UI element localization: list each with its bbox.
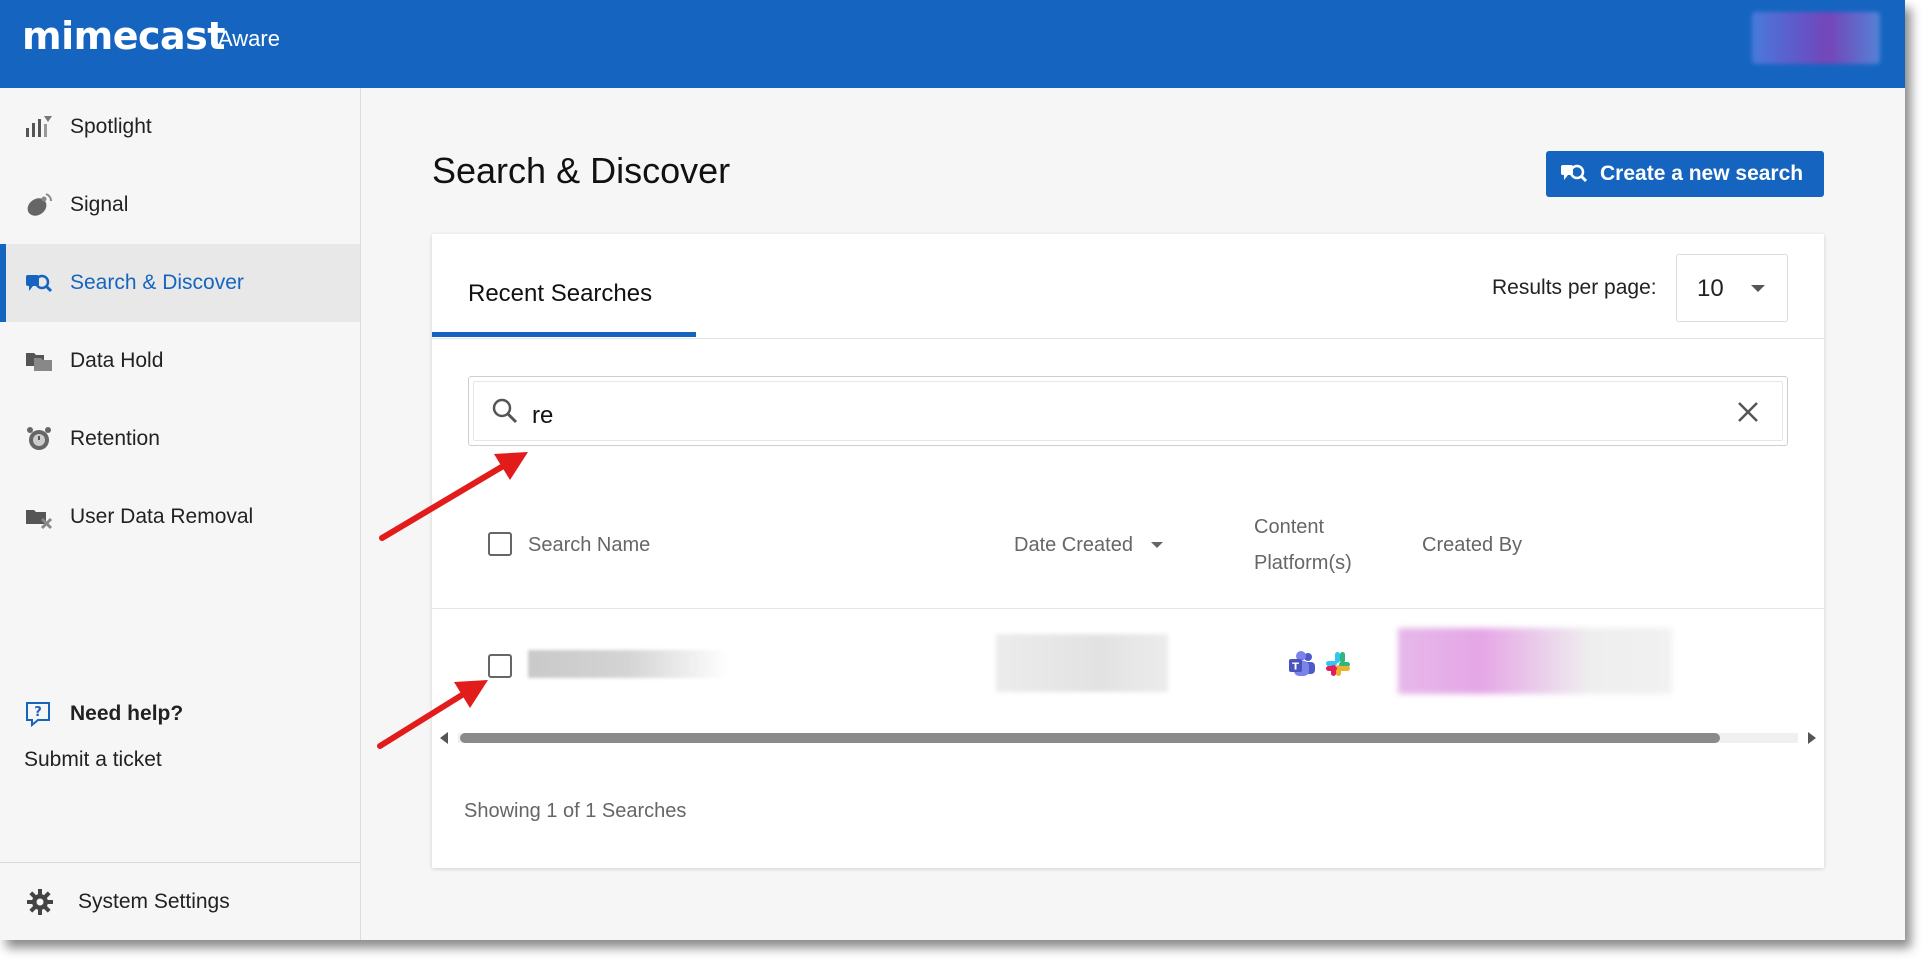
folder-remove-icon <box>26 510 53 530</box>
need-help: ? Need help? <box>24 700 183 728</box>
app-window: mimecast Aware Spotlight Signal Search &… <box>0 0 1905 940</box>
sidebar-item-label: User Data Removal <box>70 505 254 528</box>
svg-text:T: T <box>1292 662 1299 673</box>
results-summary: Showing 1 of 1 Searches <box>464 800 687 822</box>
search-discover-icon <box>26 274 53 293</box>
column-header-content-line2: Platform(s) <box>1254 552 1352 574</box>
divider <box>0 862 360 863</box>
sidebar-item-user-data-removal[interactable]: User Data Removal <box>0 478 360 556</box>
folders-icon <box>26 353 52 371</box>
slack-icon <box>1326 652 1350 676</box>
active-tab-indicator <box>432 332 696 337</box>
need-help-title: Need help? <box>70 702 184 725</box>
sidebar-item-data-hold[interactable]: Data Hold <box>0 322 360 400</box>
search-value: re <box>532 402 554 429</box>
sidebar-item-label: Search & Discover <box>70 271 244 294</box>
tab-divider <box>432 338 1824 339</box>
search-box: re <box>468 376 1788 446</box>
scrollbar-thumb[interactable] <box>460 733 1720 743</box>
submit-ticket-link[interactable]: Submit a ticket <box>24 748 162 772</box>
mimecast-logo[interactable]: mimecast <box>22 14 225 58</box>
satellite-dish-icon <box>27 193 52 216</box>
scroll-right-icon[interactable] <box>1806 731 1818 745</box>
results-per-page-select[interactable]: 10 <box>1676 254 1788 322</box>
search-discover-icon <box>1561 164 1588 183</box>
top-bar: mimecast Aware <box>0 0 1905 88</box>
redacted-search-name[interactable] <box>528 650 728 678</box>
sidebar: Spotlight Signal Search & Discover Data … <box>0 88 361 940</box>
spotlight-bars-icon <box>26 116 52 137</box>
create-new-search-button[interactable]: Create a new search <box>1546 151 1824 197</box>
header-divider <box>432 608 1824 609</box>
close-icon[interactable] <box>1736 400 1760 424</box>
results-per-page-value: 10 <box>1697 275 1724 302</box>
caret-down-icon <box>1751 285 1765 292</box>
sidebar-item-signal[interactable]: Signal <box>0 166 360 244</box>
results-per-page-label: Results per page: <box>1492 276 1657 299</box>
page-title: Search & Discover <box>432 150 731 191</box>
column-header-created-by[interactable]: Created By <box>1422 534 1522 557</box>
user-avatar[interactable] <box>1752 12 1880 64</box>
sidebar-item-label: Retention <box>70 427 160 450</box>
create-new-search-label: Create a new search <box>1600 162 1804 185</box>
gear-icon <box>27 889 53 915</box>
product-name: Aware <box>218 26 280 51</box>
redacted-created-by <box>1398 628 1672 694</box>
column-header-search-name[interactable]: Search Name <box>528 534 650 557</box>
help-question-icon: ? <box>26 702 50 728</box>
system-settings-label: System Settings <box>78 890 230 913</box>
sidebar-item-label: Data Hold <box>70 349 164 372</box>
system-settings[interactable]: System Settings <box>0 864 360 940</box>
annotation-arrow-search <box>379 452 528 541</box>
sort-caret-down-icon <box>1150 542 1163 549</box>
column-header-date-created[interactable]: Date Created <box>1014 534 1163 557</box>
column-header-content-line1: Content <box>1254 516 1325 538</box>
search-icon <box>492 398 518 424</box>
sidebar-item-label: Signal <box>70 193 129 216</box>
search-input[interactable]: re <box>473 381 1783 441</box>
horizontal-scrollbar[interactable] <box>438 730 1820 746</box>
date-created-label: Date Created <box>1014 534 1133 556</box>
tab-recent-searches[interactable]: Recent Searches <box>468 280 652 308</box>
recent-searches-card: Recent Searches Results per page: 10 re <box>432 234 1824 868</box>
sidebar-item-search-discover[interactable]: Search & Discover <box>0 244 360 322</box>
sidebar-item-label: Spotlight <box>70 115 152 138</box>
alarm-clock-icon <box>27 427 51 450</box>
platform-icons: T <box>1288 650 1352 678</box>
redacted-date <box>996 634 1168 692</box>
sidebar-item-retention[interactable]: Retention <box>0 400 360 478</box>
teams-icon: T <box>1289 651 1315 676</box>
sidebar-item-spotlight[interactable]: Spotlight <box>0 88 360 166</box>
svg-text:?: ? <box>34 705 42 720</box>
annotation-arrow-checkbox <box>377 680 488 749</box>
